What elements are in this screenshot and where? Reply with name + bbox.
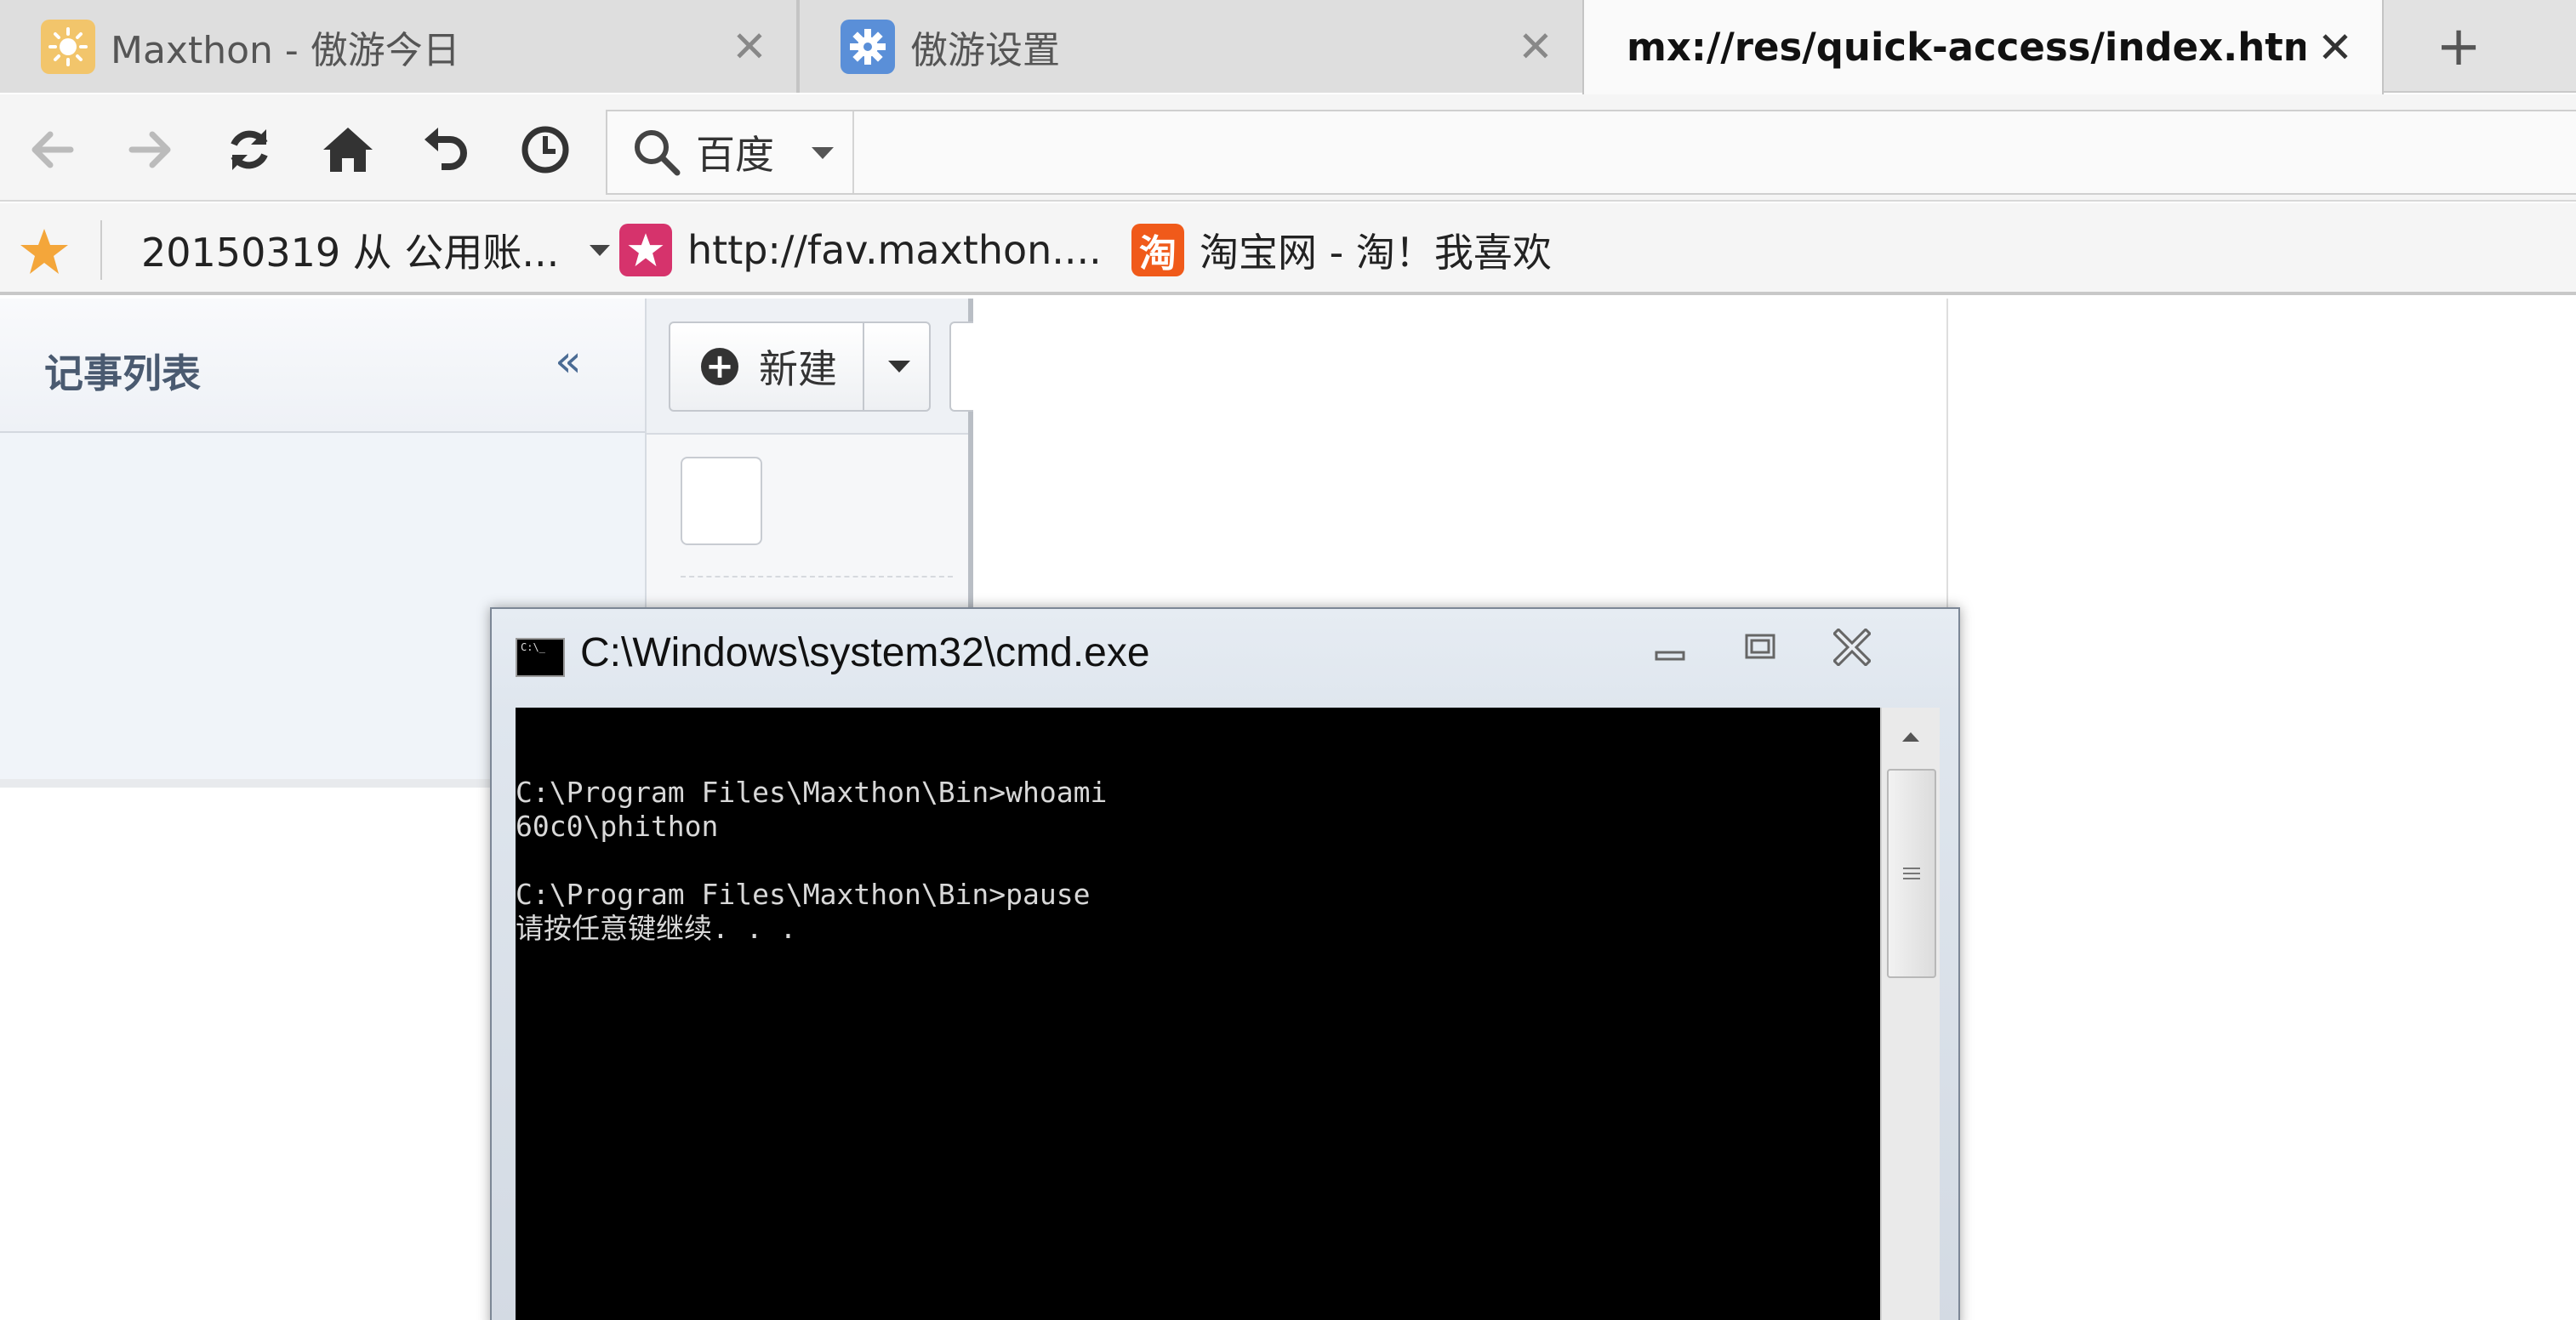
sun-icon [41, 19, 95, 74]
new-note-button[interactable]: + 新建 [669, 321, 931, 412]
console-line: 60c0\phithon [516, 810, 719, 843]
cmd-window: C:\_ C:\Windows\system32\cmd.exe C:\Prog… [490, 607, 1960, 1320]
tab-title: Maxthon - 傲游今日 [111, 28, 460, 72]
bookmarks-bar: 20150319 从 公用账... http://fav.maxthon....… [0, 203, 2576, 295]
note-editor-area[interactable] [973, 299, 1948, 613]
chevron-down-icon [812, 147, 834, 159]
search-engine-label: 百度 [696, 132, 774, 178]
new-note-label: 新建 [759, 346, 837, 392]
tab-strip: Maxthon - 傲游今日 ✕ 傲游设置 ✕ mx://res/quick-a… [0, 0, 2576, 94]
plus-circle-icon: + [701, 347, 738, 386]
maximize-icon [1745, 634, 1775, 659]
forward-button[interactable] [121, 120, 180, 179]
notes-toolbar: + 新建 [647, 299, 975, 435]
bookmark-fav-maxthon[interactable]: http://fav.maxthon.... [619, 219, 1102, 282]
button-divider [863, 323, 864, 410]
tab-title: 傲游设置 [910, 28, 1060, 72]
grip-icon [1903, 868, 1920, 879]
tab-title: mx://res/quick-access/index.htm [1627, 25, 2305, 70]
console-line: C:\Program Files\Maxthon\Bin>whoami [516, 776, 1108, 809]
clock-icon [521, 126, 569, 174]
close-icon [1833, 629, 1871, 666]
cmd-window-title: C:\Windows\system32\cmd.exe [580, 630, 1150, 675]
new-tab-button[interactable]: + [2382, 0, 2535, 93]
tab-close-icon[interactable]: ✕ [720, 22, 779, 71]
tab-close-icon[interactable]: ✕ [1506, 22, 1565, 71]
console-icon: C:\_ [516, 638, 565, 677]
minimize-icon [1655, 651, 1685, 661]
back-button[interactable] [22, 120, 82, 179]
bookmark-label: http://fav.maxthon.... [687, 227, 1102, 273]
home-button[interactable] [318, 120, 378, 179]
tab-quick-access[interactable]: mx://res/quick-access/index.htm ✕ [1582, 0, 2384, 94]
note-select-checkbox[interactable] [681, 457, 762, 545]
bookmark-taobao[interactable]: 淘 淘宝网 - 淘！我喜欢 [1131, 219, 1552, 282]
console-scrollbar[interactable] [1880, 708, 1940, 1320]
search-engine-selector[interactable]: 百度 [607, 111, 854, 193]
note-items-panel: + 新建 [647, 299, 975, 613]
tab-close-icon[interactable]: ✕ [2305, 23, 2365, 72]
search-icon [635, 130, 681, 176]
console-line: C:\Program Files\Maxthon\Bin>pause [516, 878, 1091, 911]
notes-list-title: 记事列表 [44, 350, 201, 396]
close-button[interactable] [1814, 623, 1890, 672]
maximize-button[interactable] [1722, 623, 1798, 672]
taobao-icon: 淘 [1131, 224, 1184, 276]
chevron-down-icon[interactable] [888, 361, 910, 373]
navigation-toolbar: 百度 [0, 94, 2576, 202]
search-bar[interactable]: 百度 [606, 110, 2576, 195]
console-line: 请按任意键继续. . . [516, 912, 797, 945]
console-output[interactable]: C:\Program Files\Maxthon\Bin>whoami 60c0… [516, 708, 1880, 1320]
bookmark-label: 20150319 从 公用账... [141, 230, 560, 276]
notes-list-header: 记事列表 « [0, 299, 645, 433]
bookmarks-divider [100, 220, 102, 280]
bookmark-label: 淘宝网 - 淘！我喜欢 [1200, 230, 1552, 276]
chevron-down-icon [590, 244, 611, 256]
star-icon [619, 224, 672, 276]
undo-close-button[interactable] [417, 120, 476, 179]
refresh-button[interactable] [219, 120, 279, 179]
toolbar-button-partial[interactable] [949, 321, 975, 412]
scroll-up-button[interactable] [1882, 708, 1940, 765]
refresh-icon [231, 129, 268, 170]
favorites-star-icon[interactable] [19, 227, 70, 280]
tab-maxthon-today[interactable]: Maxthon - 傲游今日 ✕ [0, 0, 798, 93]
minimize-button[interactable] [1632, 623, 1708, 672]
cmd-titlebar[interactable]: C:\_ C:\Windows\system32\cmd.exe [492, 609, 1958, 704]
list-divider [681, 576, 953, 578]
forward-arrow-icon [128, 131, 171, 168]
scrollbar-thumb[interactable] [1887, 769, 1936, 978]
back-arrow-icon [31, 131, 74, 168]
history-button[interactable] [516, 120, 575, 179]
gear-icon [841, 19, 895, 74]
undo-icon [425, 128, 467, 170]
collapse-panel-icon[interactable]: « [555, 336, 582, 387]
chevron-up-icon [1902, 732, 1919, 742]
home-icon [323, 128, 373, 172]
bookmark-folder[interactable]: 20150319 从 公用账... [141, 219, 611, 282]
tab-settings[interactable]: 傲游设置 ✕ [798, 0, 1584, 93]
